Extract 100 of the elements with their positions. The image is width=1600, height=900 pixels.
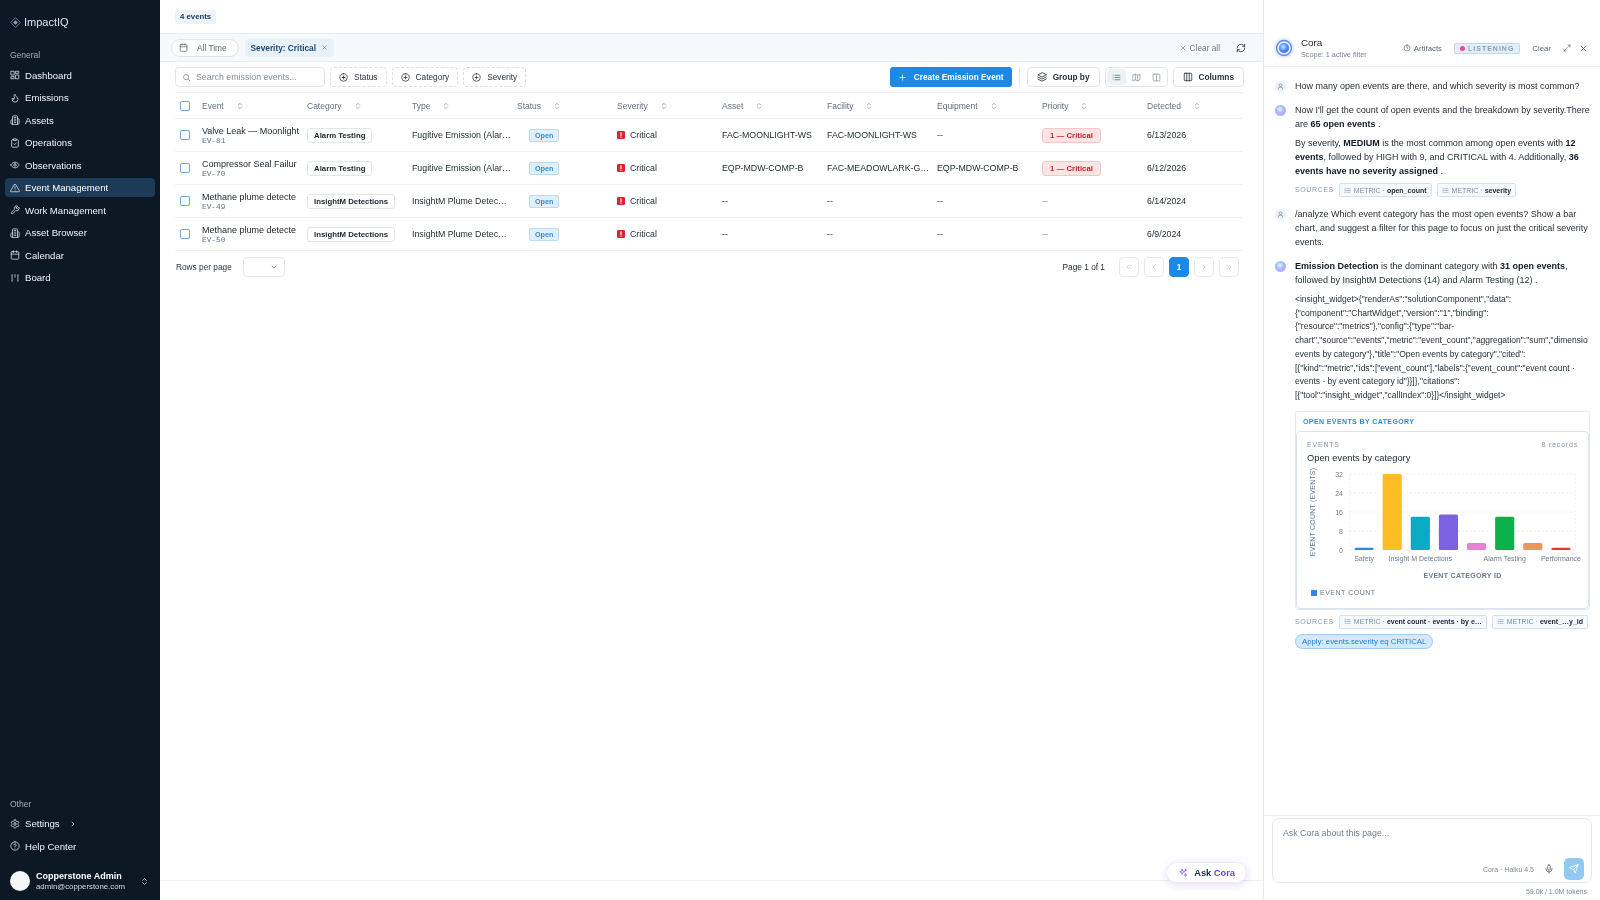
message-text: <insight_widget>{"renderAs":"solutionComponent","data": {"component":"ChartWidget","version":"1","binding": {"resource":"metrics"},"config":{"type":"bar- chart","source":"events","metric":"event_count","aggregation":"sum","dimensio events by category"},"title":"Open events by category","cited": [{"kind":"metric","ids":["event_count"],"labels":{"event_count":"event count · events · by event category id"}}]},"citations": [{"tool":"insight_widget","callIndex":0}]}</insight_widget> [1295,293,1589,402]
column-header[interactable]: Asset [722,100,764,111]
assistant-title: Cora [1301,37,1324,48]
nav-item[interactable]: Assets [5,110,155,130]
rows-per-page-label: Rows per page [176,262,232,272]
event-name[interactable]: Valve Leak — Moonlight [202,125,299,136]
nav-item[interactable]: Work Management [5,200,155,220]
nav-item[interactable]: Observations [5,155,155,175]
search-field[interactable]: Search emission events... [175,67,325,87]
filter-button[interactable]: Category [391,67,459,87]
table-cell: Fugitive Emission (Alar… [412,163,511,173]
column-header[interactable]: Detected [1147,100,1202,111]
clipboard-icon [10,137,20,148]
nav-item[interactable]: Operations [5,133,155,152]
table-cell: 6/9/2024 [1147,229,1182,239]
chart-title: Open events by category [1307,451,1412,464]
bars-icon [10,272,20,283]
map-icon [1131,72,1141,82]
filter-button[interactable]: Severity [463,67,527,87]
message-text: Now I'll get the count of open events and the breakdown by severity.There are 65 open events . [1295,104,1590,131]
orb-icon [1274,38,1294,58]
table-cell: EQP-MDW-COMP-B [722,163,804,173]
date-range-button[interactable]: All Time [171,38,239,57]
table-cell: InsightM Plume Detec… [412,229,507,239]
sort-icon [353,101,362,110]
page-button[interactable]: 1 [1169,257,1189,277]
calendar-icon [10,250,20,260]
send-button[interactable] [1564,858,1584,880]
column-header[interactable]: Category [307,100,362,111]
nav-item[interactable]: Help Center [5,836,155,856]
table-cell: 6/12/2026 [1147,163,1187,173]
clear-all-button[interactable]: Clear all [1178,42,1220,53]
building-icon [10,115,20,125]
columns-icon [1182,72,1193,82]
list-view-button[interactable] [1106,69,1126,85]
nav-item[interactable]: Emissions [5,88,155,107]
message-text: How many open events are there, and which severity is most common? [1295,80,1581,93]
refresh-icon [1236,42,1246,53]
nav-item[interactable]: Asset Browser [5,223,155,242]
search-icon [182,72,191,82]
table-cell: EQP-MDW-COMP-B [937,163,1019,173]
select-all-checkbox[interactable] [180,100,190,111]
chevron-down-icon [269,263,278,271]
message-text: Emission Detection is the dominant category with 31 open events, followed by InsightM Detections (14) and Alarm Testing (12) . [1295,260,1569,287]
column-header[interactable]: Severity [617,100,668,111]
nav-item[interactable]: Board [5,268,155,287]
row-checkbox[interactable] [180,130,190,140]
row-checkbox[interactable] [180,196,190,206]
event-name[interactable]: Methane plume detecte [202,191,297,202]
filter-chip[interactable]: Severity: Critical [244,38,334,57]
create-button[interactable]: Create Emission Event [889,67,1012,87]
row-checkbox[interactable] [180,229,190,239]
double-chevron-left-icon [1125,263,1133,271]
settings-icon [10,818,20,829]
list-icon [1343,618,1351,626]
close-icon [1178,43,1187,52]
flame-icon [10,92,20,103]
table-cell: -- [722,196,728,206]
severity-label: Critical [630,130,657,140]
help-icon [10,841,20,851]
columns-button[interactable]: Columns [1172,67,1244,87]
sort-icon [1080,101,1089,110]
filter-button[interactable]: Status [330,67,387,87]
search-input[interactable]: Search emission events... [196,72,318,82]
user-icon [1275,80,1286,92]
avatar [10,871,30,891]
sparkle-icon [1178,867,1189,878]
nav-item[interactable]: Dashboard [5,65,155,85]
list-icon [1496,618,1504,626]
column-header[interactable]: Type [412,100,451,111]
table-cell: -- [1042,196,1048,206]
column-header[interactable]: Equipment [937,100,998,111]
expand-button[interactable] [1563,44,1571,52]
sort-icon [553,101,562,110]
group-by-button[interactable]: Group by [1026,67,1100,87]
column-header[interactable]: Priority [1042,100,1089,111]
row-checkbox[interactable] [180,163,190,173]
message-input[interactable]: Ask Cora about this page... [1273,819,1591,858]
nav-item[interactable]: Calendar [5,245,155,265]
nav-item[interactable]: Event Management [5,178,155,197]
ask-cora-button[interactable]: Ask Cora [1166,862,1247,883]
double-chevron-right-icon [1225,263,1233,271]
alert-icon [617,197,625,205]
plus-icon [897,72,907,82]
severity-label: Critical [630,163,657,173]
column-header[interactable]: Facility [827,100,874,111]
refresh-button[interactable] [1236,42,1246,53]
warning-icon [10,182,20,193]
column-header[interactable]: Status [517,100,562,111]
event-name[interactable]: Compressor Seal Failur [202,158,297,169]
event-name[interactable]: Methane plume detecte [202,224,297,235]
user-name: Copperstone Admin [36,871,123,881]
user-icon [1275,208,1286,220]
microphone-button[interactable] [1544,864,1554,874]
alert-icon [617,131,625,139]
column-header[interactable]: Event [202,100,244,111]
nav-item[interactable]: Settings [5,814,155,833]
close-button[interactable] [1579,43,1588,53]
chevron-up-down-icon[interactable] [140,876,149,886]
section-label: General [9,49,42,61]
